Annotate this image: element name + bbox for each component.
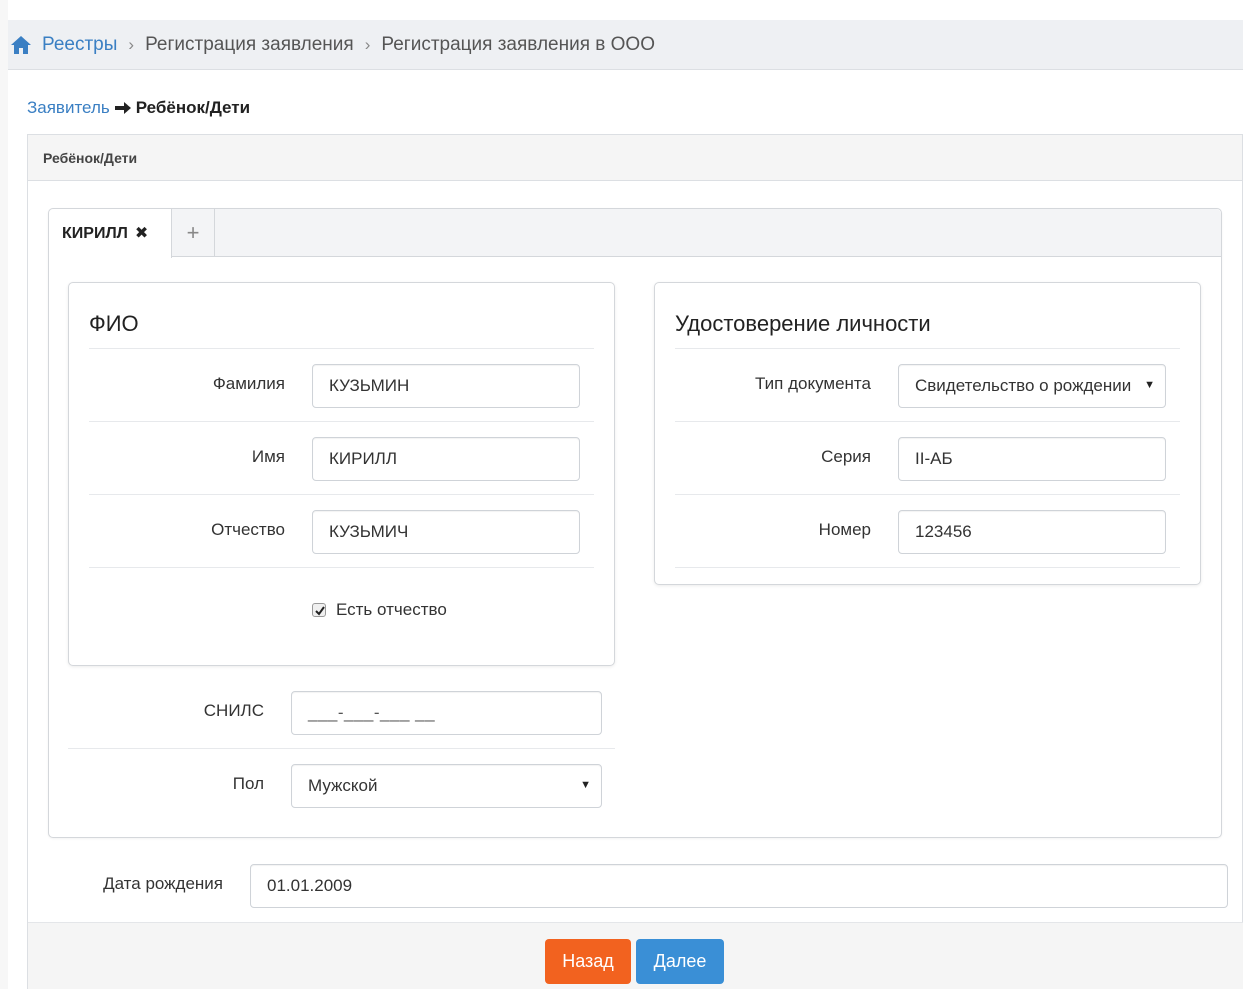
divider	[675, 348, 1180, 349]
last-name-label: Фамилия	[212, 374, 285, 393]
has-middle-name-label: Есть отчество	[336, 600, 447, 619]
caret-down-icon: ▼	[1144, 379, 1155, 391]
middle-name-input[interactable]: КУЗЬМИЧ	[312, 510, 580, 554]
divider	[675, 494, 1180, 495]
birth-date-input[interactable]: 01.01.2009	[250, 864, 1228, 908]
panel-heading: Ребёнок/Дети	[28, 135, 1242, 181]
step-applicant-link[interactable]: Заявитель	[27, 98, 110, 118]
fio-title: ФИО	[89, 311, 139, 336]
add-tab-button[interactable]: +	[172, 209, 215, 257]
breadcrumb-item-registries[interactable]: Реестры	[42, 34, 117, 56]
wizard-steps: Заявитель Ребёнок/Дети	[27, 98, 250, 118]
divider	[89, 421, 594, 422]
close-icon[interactable]: ✖	[135, 225, 148, 242]
last-name-input[interactable]: КУЗЬМИН	[312, 364, 580, 408]
divider	[89, 494, 594, 495]
breadcrumb-item-current: Регистрация заявления в ООО	[381, 33, 655, 55]
tab-label: КИРИЛЛ	[62, 224, 128, 242]
snils-label: СНИЛС	[203, 701, 264, 720]
divider	[68, 748, 615, 749]
caret-down-icon: ▼	[580, 779, 591, 791]
has-middle-name-checkbox[interactable]	[312, 603, 326, 617]
divider	[89, 567, 594, 568]
series-label: Серия	[821, 447, 871, 466]
tab-child-kirill[interactable]: КИРИЛЛ ✖	[49, 209, 172, 258]
doc-type-value: Свидетельство о рождении	[915, 376, 1132, 395]
middle-name-label: Отчество	[211, 520, 285, 539]
first-name-input[interactable]: КИРИЛЛ	[312, 437, 580, 481]
snils-placeholder: ___-___-___ __	[308, 703, 436, 722]
chevron-right-icon: ›	[364, 34, 371, 54]
divider	[89, 348, 594, 349]
plus-icon: +	[186, 220, 200, 245]
next-button[interactable]: Далее	[636, 939, 724, 984]
number-label: Номер	[818, 520, 871, 539]
doc-type-label: Тип документа	[755, 374, 871, 393]
home-icon[interactable]	[10, 35, 32, 55]
has-middle-name-row[interactable]: Есть отчество	[312, 600, 447, 620]
birth-date-label: Дата рождения	[103, 874, 223, 893]
checkmark-icon	[315, 606, 325, 616]
arrow-right-icon	[114, 102, 131, 114]
series-input[interactable]: II-АБ	[898, 437, 1166, 481]
divider	[675, 567, 1180, 568]
identity-title: Удостоверение личности	[675, 311, 931, 336]
gender-select[interactable]: Мужской ▼	[291, 764, 602, 808]
page-left-strip	[0, 0, 8, 989]
first-name-label: Имя	[251, 447, 285, 466]
chevron-right-icon: ›	[128, 34, 135, 54]
snils-input[interactable]: ___-___-___ __	[291, 691, 602, 735]
doc-type-select[interactable]: Свидетельство о рождении ▼	[898, 364, 1166, 408]
tab-strip	[49, 209, 1221, 257]
gender-value: Мужской	[308, 776, 378, 795]
breadcrumb-item-registration[interactable]: Регистрация заявления	[145, 34, 354, 56]
gender-label: Пол	[232, 774, 264, 793]
divider	[675, 421, 1180, 422]
step-current: Ребёнок/Дети	[135, 98, 251, 117]
breadcrumb: Реестры › Регистрация заявления › Регист…	[8, 20, 1243, 70]
back-button[interactable]: Назад	[545, 939, 631, 984]
number-input[interactable]: 123456	[898, 510, 1166, 554]
